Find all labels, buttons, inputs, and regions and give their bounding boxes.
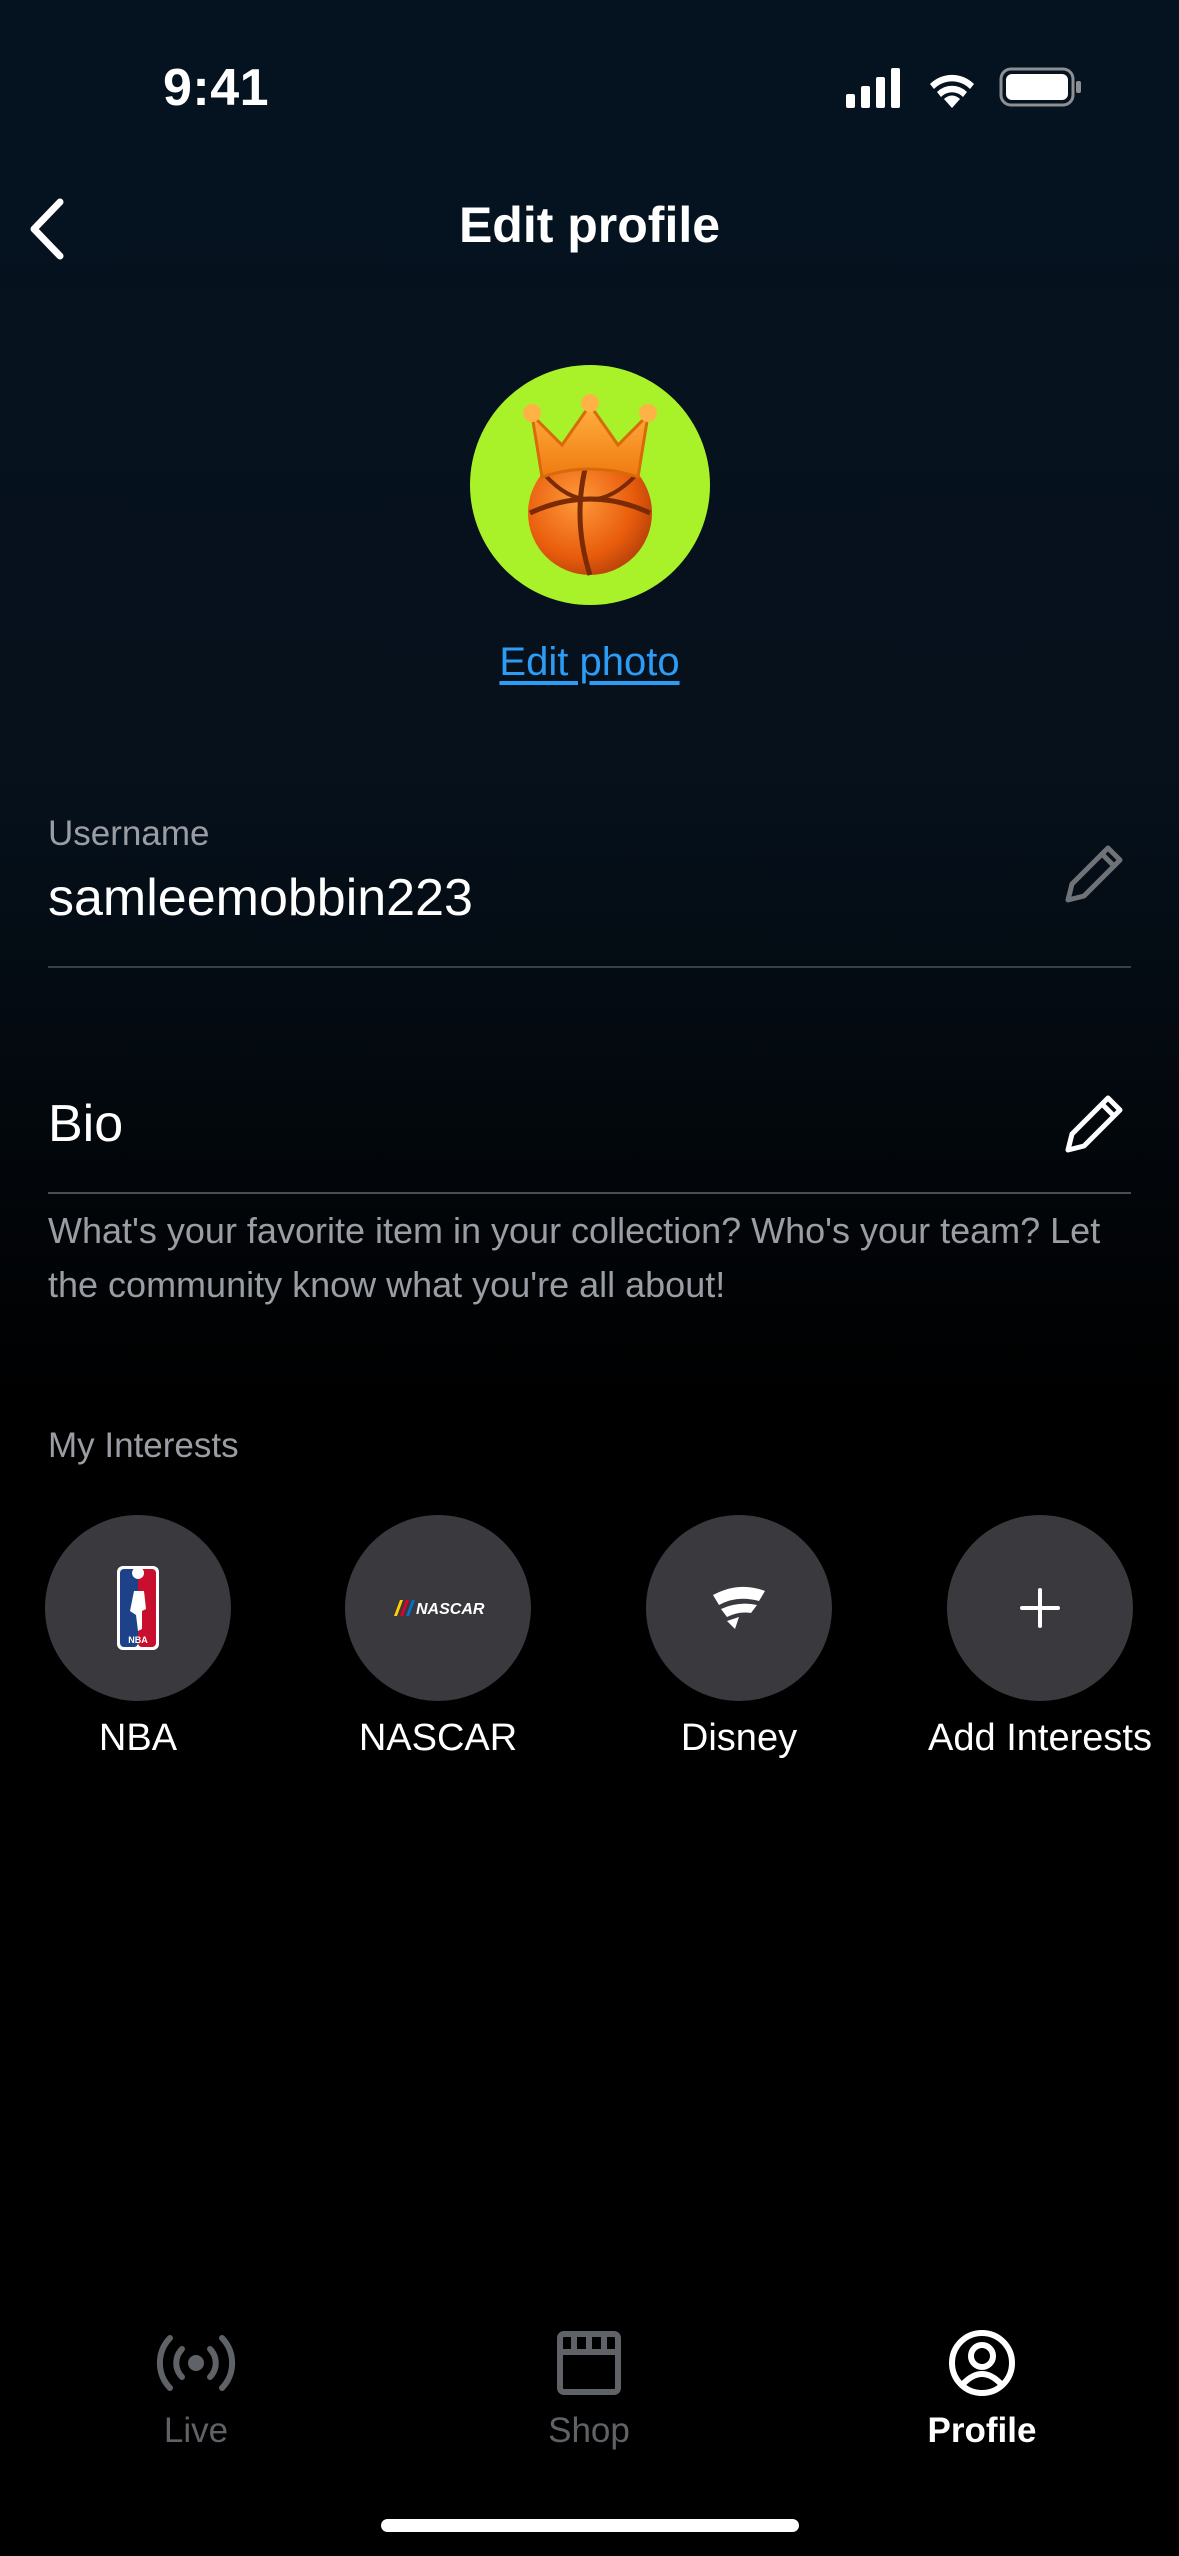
status-time: 9:41 xyxy=(163,59,270,117)
interest-item-disney[interactable]: Disney xyxy=(619,1515,859,1760)
interest-item-nascar[interactable]: NASCAR NASCAR xyxy=(318,1515,558,1760)
divider xyxy=(48,1192,1131,1194)
interest-chip[interactable]: NASCAR xyxy=(345,1515,531,1701)
tab-label: Shop xyxy=(548,2411,630,2450)
nba-logo-icon: NBA xyxy=(117,1566,159,1650)
live-broadcast-icon xyxy=(156,2335,236,2391)
wifi-icon xyxy=(930,74,974,108)
page-title: Edit profile xyxy=(458,197,721,253)
divider xyxy=(48,966,1131,968)
storefront-icon xyxy=(557,2331,621,2395)
tab-live[interactable]: Live xyxy=(96,2328,296,2451)
username-label: Username xyxy=(48,814,210,853)
user-circle-icon xyxy=(949,2330,1015,2396)
interest-item-nba[interactable]: NBA NBA xyxy=(18,1515,258,1760)
interest-name: Add Interests xyxy=(928,1717,1152,1759)
home-indicator xyxy=(381,2519,799,2532)
svg-text:NBA: NBA xyxy=(128,1635,148,1645)
plus-icon xyxy=(1020,1588,1060,1628)
interest-chip[interactable] xyxy=(646,1515,832,1701)
username-field[interactable]: samleemobbin223 xyxy=(48,868,473,928)
basketball-crown-icon xyxy=(523,394,657,576)
interest-chip[interactable]: NBA xyxy=(45,1515,231,1701)
interest-name: NBA xyxy=(98,1717,178,1759)
nascar-logo-text: NASCAR xyxy=(416,1601,485,1618)
tab-label: Profile xyxy=(927,2411,1037,2450)
tab-shop[interactable]: Shop xyxy=(489,2328,689,2451)
interest-chip[interactable] xyxy=(947,1515,1133,1701)
nascar-logo-icon: NASCAR xyxy=(394,1600,485,1618)
bio-field[interactable]: What's your favorite item in your collec… xyxy=(48,1204,1148,1312)
add-interests-button[interactable]: Add Interests xyxy=(920,1515,1160,1760)
edit-bio-pencil-icon[interactable] xyxy=(1062,1090,1128,1156)
interest-name: NASCAR xyxy=(358,1717,518,1759)
edit-photo-link[interactable]: Edit photo xyxy=(0,640,1179,685)
cellular-signal-icon xyxy=(846,68,900,108)
fanatics-logo-icon xyxy=(713,1586,765,1629)
avatar[interactable] xyxy=(470,365,710,605)
edit-username-pencil-icon[interactable] xyxy=(1062,840,1128,906)
battery-icon xyxy=(999,67,1081,107)
tab-profile[interactable]: Profile xyxy=(882,2328,1082,2451)
tab-label: Live xyxy=(163,2411,229,2450)
bio-label: Bio xyxy=(48,1095,124,1153)
status-icons xyxy=(846,67,1081,108)
interest-name: Disney xyxy=(680,1717,798,1759)
interests-label: My Interests xyxy=(48,1426,239,1465)
